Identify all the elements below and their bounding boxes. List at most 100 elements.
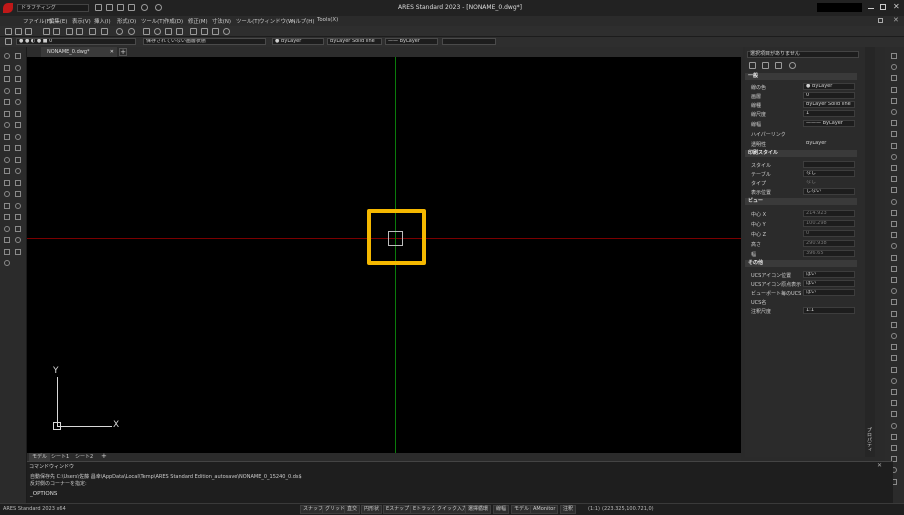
print-icon[interactable] xyxy=(128,4,135,11)
leader-icon[interactable] xyxy=(4,133,10,140)
prop-lineweight-value[interactable]: ——— ByLayer xyxy=(803,120,855,127)
prop-display-value[interactable]: しない xyxy=(803,188,855,195)
menu-insert[interactable]: 挿入(I) xyxy=(94,17,111,25)
undo-toolbar-icon[interactable] xyxy=(116,28,123,35)
command-input[interactable]: _OPTIONS xyxy=(30,491,870,499)
menu-tools[interactable]: ツール(T) xyxy=(141,17,165,25)
open-file-icon[interactable] xyxy=(15,28,22,35)
match-properties-icon[interactable] xyxy=(101,28,108,35)
distance-icon[interactable] xyxy=(891,344,897,351)
layer-state-dropdown[interactable]: 保存されていない画層状態 xyxy=(143,38,266,45)
doc-restore-icon[interactable] xyxy=(878,18,883,23)
array-rect-icon[interactable] xyxy=(891,243,897,250)
ray-icon[interactable] xyxy=(4,179,10,186)
status-amonitor-toggle[interactable]: AMonitor xyxy=(530,505,559,514)
prop-linetype-value[interactable]: ByLayer Solid line xyxy=(803,101,855,108)
copy-icon[interactable] xyxy=(76,28,83,35)
drawing-canvas[interactable]: Y X xyxy=(27,57,741,453)
maximize-icon[interactable] xyxy=(880,4,886,10)
circle-icon[interactable] xyxy=(4,64,10,71)
sketch-icon[interactable] xyxy=(15,191,21,197)
open-icon[interactable] xyxy=(106,4,113,11)
list-icon[interactable] xyxy=(891,366,897,373)
status-esnap-toggle[interactable]: Eスナップ xyxy=(383,505,413,514)
spline-icon[interactable] xyxy=(15,87,21,94)
prop-transparency-value[interactable]: ByLayer xyxy=(803,140,855,147)
prop-ucs-per-viewport-value[interactable]: はい xyxy=(803,289,855,296)
helix-icon[interactable] xyxy=(4,202,10,209)
text-icon[interactable] xyxy=(4,110,10,117)
redo-toolbar-icon[interactable] xyxy=(128,28,135,35)
quick-select-icon[interactable] xyxy=(775,62,782,69)
menu-edit[interactable]: 編集(E) xyxy=(49,17,67,25)
status-annotation-toggle[interactable]: 注釈 xyxy=(560,505,577,514)
fillet-icon[interactable] xyxy=(891,142,897,149)
block-icon[interactable] xyxy=(15,110,21,117)
multiline-icon[interactable] xyxy=(4,191,10,197)
mirror-icon[interactable] xyxy=(891,97,897,104)
status-ortho-toggle[interactable]: 直交 xyxy=(344,505,361,514)
zoom-window-icon[interactable] xyxy=(165,28,172,35)
layer-iso-icon[interactable] xyxy=(891,445,897,451)
status-polar-toggle[interactable]: 円形状 xyxy=(361,505,383,514)
selection-dropdown[interactable]: 選択項目がありません xyxy=(747,51,859,58)
sheet-tab-1[interactable]: シート1 xyxy=(51,453,69,461)
undo-icon[interactable] xyxy=(141,4,148,11)
status-scale[interactable]: (1:1) xyxy=(588,506,600,512)
prop-color-value[interactable]: ● ByLayer xyxy=(803,83,855,90)
lengthen-icon[interactable] xyxy=(891,209,897,216)
properties-help-icon[interactable] xyxy=(789,62,796,69)
pdf-icon[interactable] xyxy=(15,237,21,243)
polygon-icon[interactable] xyxy=(15,76,21,82)
menu-tools-2[interactable]: ツール(T) xyxy=(236,17,260,25)
ellipse-icon[interactable] xyxy=(4,87,10,94)
menu-tools-x[interactable]: Tools(X) xyxy=(317,17,338,23)
area-icon[interactable] xyxy=(891,333,897,339)
array-polar-icon[interactable] xyxy=(891,254,897,261)
group-icon[interactable] xyxy=(891,299,897,306)
xref-icon[interactable] xyxy=(4,237,10,243)
close-icon[interactable]: ✕ xyxy=(893,2,900,11)
command-window-close-icon[interactable]: ✕ xyxy=(877,462,882,469)
paste-icon[interactable] xyxy=(89,28,96,35)
menu-draw[interactable]: 作成(D) xyxy=(164,17,183,25)
revcloud-icon[interactable] xyxy=(15,156,21,163)
prop-style-value[interactable] xyxy=(803,161,855,168)
prop-annotation-scale-value[interactable]: 1:1 xyxy=(803,307,855,314)
join-icon[interactable] xyxy=(891,176,897,183)
doc-tab-active[interactable]: NONAME_0.dwg* ✕ xyxy=(41,47,117,57)
rectangle-icon[interactable] xyxy=(4,76,10,82)
layers-icon[interactable] xyxy=(201,28,208,35)
zoom-out-icon[interactable] xyxy=(891,400,897,407)
color-dropdown[interactable]: ● ByLayer xyxy=(272,38,324,45)
align-icon[interactable] xyxy=(891,221,897,227)
arc-icon[interactable] xyxy=(15,64,21,71)
lineweight-dropdown[interactable]: —— ByLayer xyxy=(385,38,438,45)
move-icon[interactable] xyxy=(891,53,897,59)
properties-icon[interactable] xyxy=(190,28,197,35)
copy-object-icon[interactable] xyxy=(891,64,897,71)
layer-manager-icon[interactable] xyxy=(5,38,12,45)
attribute-icon[interactable] xyxy=(15,214,21,220)
offset-icon[interactable] xyxy=(891,109,897,115)
status-selection-cycling-toggle[interactable]: 選擇循環 xyxy=(465,505,492,514)
shape-icon[interactable] xyxy=(4,214,10,220)
chamfer-icon[interactable] xyxy=(891,153,897,160)
array-icon[interactable] xyxy=(4,260,10,266)
point-icon[interactable] xyxy=(4,99,10,105)
zoom-in-icon[interactable] xyxy=(891,389,897,395)
doc-tab-close-icon[interactable]: ✕ xyxy=(110,47,114,57)
prop-ucs-name-value[interactable] xyxy=(803,298,855,305)
pan-icon[interactable] xyxy=(143,28,150,35)
image-icon[interactable] xyxy=(4,145,10,151)
scale-icon[interactable] xyxy=(891,86,897,93)
design-resources-icon[interactable] xyxy=(212,28,219,35)
sheet-tab-2[interactable]: シート2 xyxy=(75,453,93,461)
polyline-icon[interactable] xyxy=(15,53,21,59)
print-preview-icon[interactable] xyxy=(43,28,50,35)
menu-dimension[interactable]: 寸法(N) xyxy=(212,17,231,25)
regen-icon[interactable] xyxy=(891,433,897,440)
menu-format[interactable]: 形式(O) xyxy=(117,17,136,25)
new-icon[interactable] xyxy=(95,4,102,11)
save-icon[interactable] xyxy=(117,4,124,11)
